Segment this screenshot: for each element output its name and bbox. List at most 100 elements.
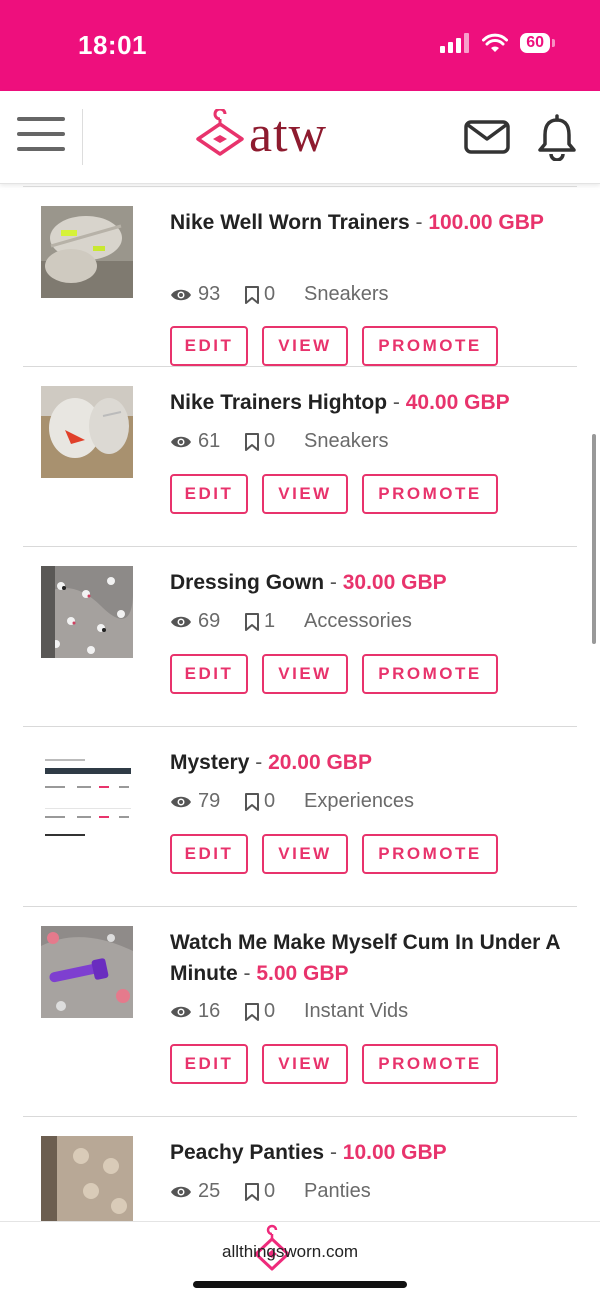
listing-actions: EDIT VIEW PROMOTE (170, 834, 498, 874)
sneakers-photo (41, 206, 133, 298)
edit-button[interactable]: EDIT (170, 326, 248, 366)
panties-photo (41, 1136, 133, 1228)
battery-indicator: 60 (520, 33, 555, 53)
eye-icon (171, 1186, 191, 1197)
bookmark-icon (245, 612, 259, 631)
title-separator: - (329, 1141, 337, 1164)
listing-thumbnail[interactable] (41, 746, 133, 838)
edit-button[interactable]: EDIT (170, 474, 248, 514)
view-count: 25 (198, 1180, 221, 1202)
listing-price: 5.00 GBP (256, 962, 349, 985)
wifi-icon (482, 33, 509, 52)
listing-title[interactable]: Watch Me Make Myself Cum In Under A Minu… (170, 931, 560, 985)
promote-button[interactable]: PROMOTE (362, 834, 498, 874)
eye-icon (171, 616, 191, 627)
save-count: 0 (264, 1000, 276, 1022)
bookmark-icon (245, 1002, 259, 1021)
listing-title[interactable]: Dressing Gown (170, 571, 324, 594)
listing-thumbnail[interactable] (41, 206, 133, 298)
view-button[interactable]: VIEW (262, 474, 348, 514)
listing-actions: EDIT VIEW PROMOTE (170, 1044, 498, 1084)
bookmark-icon (245, 285, 259, 304)
save-count: 0 (264, 283, 276, 305)
listing-thumbnail[interactable] (41, 926, 133, 1018)
listing-actions: EDIT VIEW PROMOTE (170, 654, 498, 694)
listing-thumbnail[interactable] (41, 1136, 133, 1228)
status-icons: 60 (440, 33, 555, 53)
edit-button[interactable]: EDIT (170, 1044, 248, 1084)
listing-thumbnail[interactable] (41, 386, 133, 478)
listing-price: 100.00 GBP (428, 211, 544, 234)
eye-icon (171, 1006, 191, 1017)
messages-button[interactable] (464, 120, 510, 159)
listing-meta: 79 0 Experiences (170, 790, 414, 813)
edit-button[interactable]: EDIT (170, 834, 248, 874)
title-separator: - (329, 571, 337, 594)
listing-title[interactable]: Peachy Panties (170, 1141, 324, 1164)
view-button[interactable]: VIEW (262, 1044, 348, 1084)
listing-price: 10.00 GBP (342, 1141, 447, 1164)
view-count: 79 (198, 790, 221, 812)
promote-button[interactable]: PROMOTE (362, 474, 498, 514)
app-header: atw (0, 91, 600, 184)
listing-item: Nike Trainers Hightop - 40.00 GBP 61 0 S… (23, 366, 577, 546)
signal-icon (440, 33, 470, 53)
scrollbar[interactable] (592, 434, 596, 644)
hightop-photo (41, 386, 133, 478)
promote-button[interactable]: PROMOTE (362, 1044, 498, 1084)
promote-button[interactable]: PROMOTE (362, 326, 498, 366)
listing-meta: 61 0 Sneakers (170, 430, 389, 453)
save-count: 1 (264, 610, 276, 632)
listing-price: 30.00 GBP (342, 571, 447, 594)
view-button[interactable]: VIEW (262, 326, 348, 366)
logo-text: atw (249, 106, 328, 163)
listing-item: Nike Well Worn Trainers - 100.00 GBP 93 … (23, 186, 577, 366)
listing-item: Dressing Gown - 30.00 GBP 69 1 Accessori… (23, 546, 577, 726)
listing-category: Accessories (304, 610, 412, 632)
listing-title[interactable]: Mystery (170, 751, 249, 774)
listing-meta: 69 1 Accessories (170, 610, 412, 633)
video-thumbnail (41, 926, 133, 1018)
view-count: 61 (198, 430, 221, 452)
site-url[interactable]: allthingsworn.com (222, 1242, 358, 1262)
eye-icon (171, 436, 191, 447)
edit-button[interactable]: EDIT (170, 654, 248, 694)
menu-button[interactable] (17, 117, 65, 157)
logo[interactable]: atw (195, 107, 327, 163)
view-button[interactable]: VIEW (262, 834, 348, 874)
notifications-button[interactable] (536, 113, 578, 166)
listing-item: Watch Me Make Myself Cum In Under A Minu… (23, 906, 577, 1116)
save-count: 0 (264, 790, 276, 812)
status-time: 18:01 (78, 30, 147, 60)
listing-title[interactable]: Nike Trainers Hightop (170, 391, 387, 414)
listing-item: Mystery - 20.00 GBP 79 0 Experiences EDI… (23, 726, 577, 906)
listing-thumbnail[interactable] (41, 566, 133, 658)
view-count: 93 (198, 283, 221, 305)
listing-actions: EDIT VIEW PROMOTE (170, 474, 498, 514)
title-separator: - (415, 211, 423, 234)
listing-category: Experiences (304, 790, 415, 812)
save-count: 0 (264, 1180, 276, 1202)
view-button[interactable]: VIEW (262, 654, 348, 694)
listing-category: Sneakers (304, 283, 389, 305)
listing-title[interactable]: Nike Well Worn Trainers (170, 211, 410, 234)
bell-icon (538, 114, 576, 162)
hamburger-line (17, 147, 65, 151)
home-indicator[interactable] (193, 1281, 407, 1288)
bookmark-icon (245, 792, 259, 811)
hanger-logo-icon (196, 109, 244, 156)
listing-list: Nike Well Worn Trainers - 100.00 GBP 93 … (23, 186, 577, 1296)
bookmark-icon (245, 432, 259, 451)
promote-button[interactable]: PROMOTE (362, 654, 498, 694)
orders-screenshot-thumbnail (41, 746, 133, 838)
listing-actions: EDIT VIEW PROMOTE (170, 326, 498, 366)
listing-meta: 93 0 Sneakers (170, 283, 389, 306)
listing-price: 20.00 GBP (268, 751, 372, 774)
title-separator: - (392, 391, 400, 414)
eye-icon (171, 289, 191, 300)
listing-meta: 16 0 Instant Vids (170, 1000, 408, 1023)
listing-price: 40.00 GBP (405, 391, 510, 414)
listing-category: Panties (304, 1180, 371, 1202)
dressing-gown-photo (41, 566, 133, 658)
status-bar: 18:01 60 (0, 0, 600, 91)
